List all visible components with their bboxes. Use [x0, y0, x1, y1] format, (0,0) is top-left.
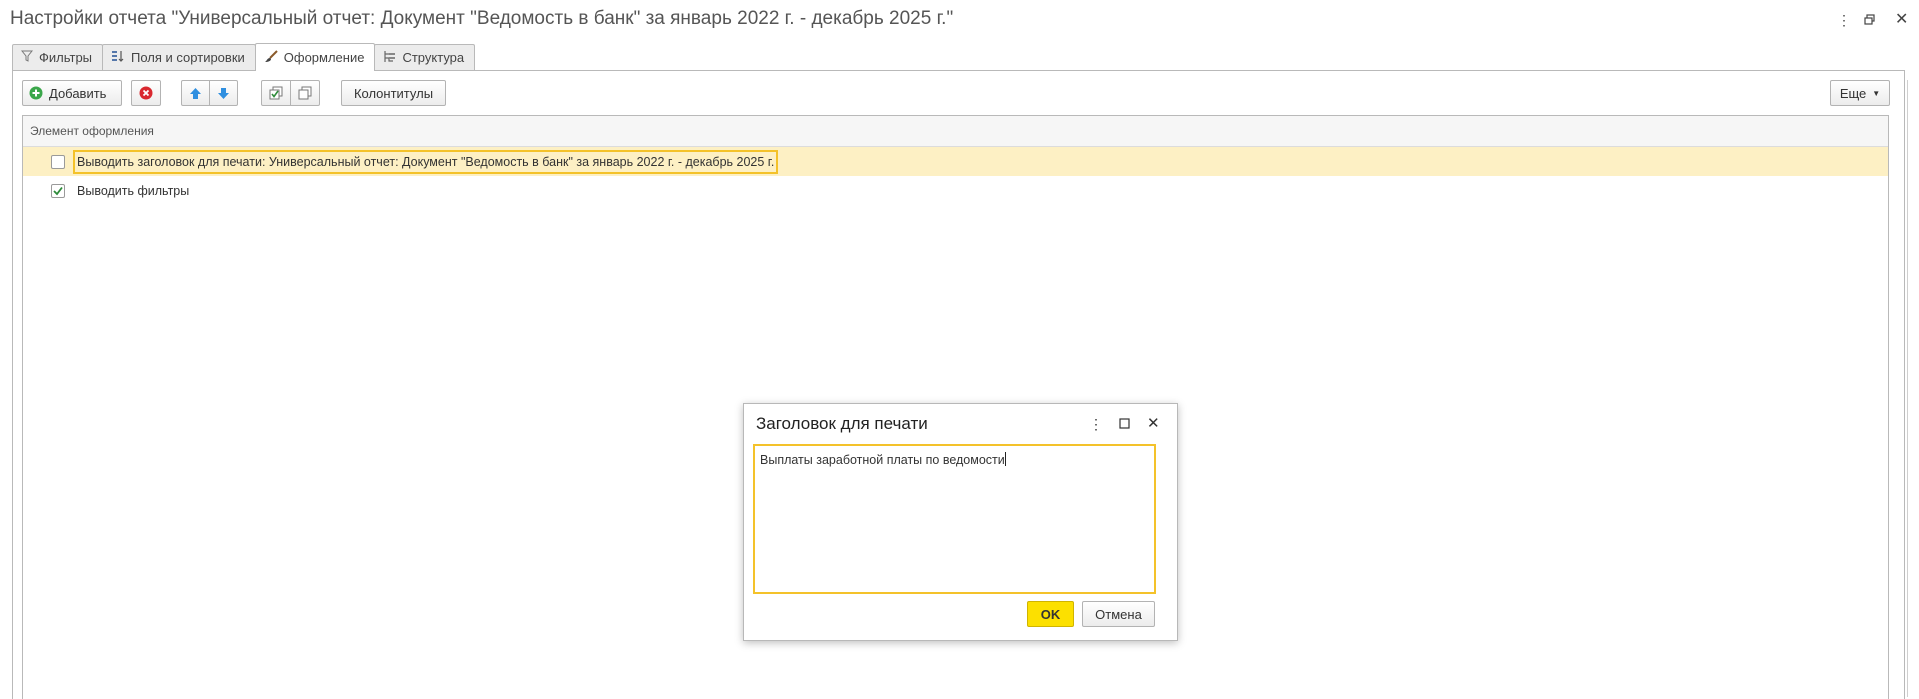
more-button-label: Еще: [1839, 85, 1867, 101]
delete-icon: [139, 86, 153, 100]
move-down-button[interactable]: [209, 80, 238, 106]
row-checkbox[interactable]: [51, 154, 65, 169]
fields-sort-icon: [111, 50, 125, 66]
row-label: Выводить заголовок для печати: Универсал…: [73, 149, 779, 174]
headers-footers-label: Колонтитулы: [353, 85, 434, 101]
headers-footers-button[interactable]: Колонтитулы: [341, 80, 446, 106]
funnel-icon: [20, 50, 34, 65]
arrow-up-icon: [189, 87, 202, 100]
more-actions-icon[interactable]: ⋮: [1837, 10, 1851, 30]
tab-filters[interactable]: Фильтры: [12, 44, 104, 70]
dialog-more-icon[interactable]: ⋮: [1089, 416, 1103, 432]
tab-filters-label: Фильтры: [39, 50, 93, 65]
cancel-button[interactable]: Отмена: [1082, 601, 1155, 627]
checkmark-icon: [53, 186, 63, 195]
tab-fields-sort-label: Поля и сортировки: [131, 50, 245, 65]
row-label: Выводить фильтры: [77, 183, 190, 198]
dialog-close-icon[interactable]: ✕: [1147, 416, 1160, 432]
add-button[interactable]: Добавить: [22, 80, 122, 106]
print-title-text: Выплаты заработной платы по ведомости: [760, 453, 1005, 467]
uncheck-all-icon: [298, 86, 312, 100]
tab-fields-sort[interactable]: Поля и сортировки: [102, 44, 256, 70]
scrollbar-track[interactable]: [1907, 80, 1908, 697]
row-checkbox[interactable]: [51, 183, 65, 198]
arrow-down-icon: [217, 87, 230, 100]
ok-button[interactable]: OK: [1027, 601, 1074, 627]
tab-structure-label: Структура: [402, 50, 465, 65]
tab-appearance-label: Оформление: [283, 50, 365, 65]
dropdown-arrow-icon: ▼: [1872, 88, 1881, 98]
check-all-button[interactable]: [261, 80, 291, 106]
print-title-textarea[interactable]: Выплаты заработной платы по ведомости: [753, 444, 1156, 594]
add-button-label: Добавить: [49, 85, 107, 101]
uncheck-all-button[interactable]: [290, 80, 320, 106]
move-up-button[interactable]: [181, 80, 210, 106]
print-title-dialog: Заголовок для печати ⋮ ✕ Выплаты заработ…: [743, 403, 1178, 641]
text-caret: [1004, 452, 1006, 466]
dialog-title: Заголовок для печати: [756, 414, 928, 433]
more-button[interactable]: Еще ▼: [1830, 80, 1890, 106]
brush-icon: [264, 49, 278, 66]
grid-column-header: Элемент оформления: [23, 116, 1888, 147]
restore-window-icon[interactable]: [1864, 10, 1875, 30]
window-title: Настройки отчета "Универсальный отчет: Д…: [10, 8, 954, 29]
tab-appearance[interactable]: Оформление: [254, 43, 376, 71]
add-icon: [29, 86, 43, 100]
dialog-maximize-icon[interactable]: [1119, 416, 1130, 432]
close-window-icon[interactable]: ✕: [1895, 10, 1908, 30]
tab-bar: Фильтры Поля и сортировки Оформление Стр…: [12, 43, 476, 71]
table-row[interactable]: Выводить заголовок для печати: Универсал…: [23, 147, 1888, 176]
tab-structure[interactable]: Структура: [374, 44, 476, 70]
check-all-icon: [269, 86, 283, 100]
structure-icon: [383, 50, 396, 66]
table-row[interactable]: Выводить фильтры: [23, 176, 1888, 205]
delete-button[interactable]: [131, 80, 161, 106]
